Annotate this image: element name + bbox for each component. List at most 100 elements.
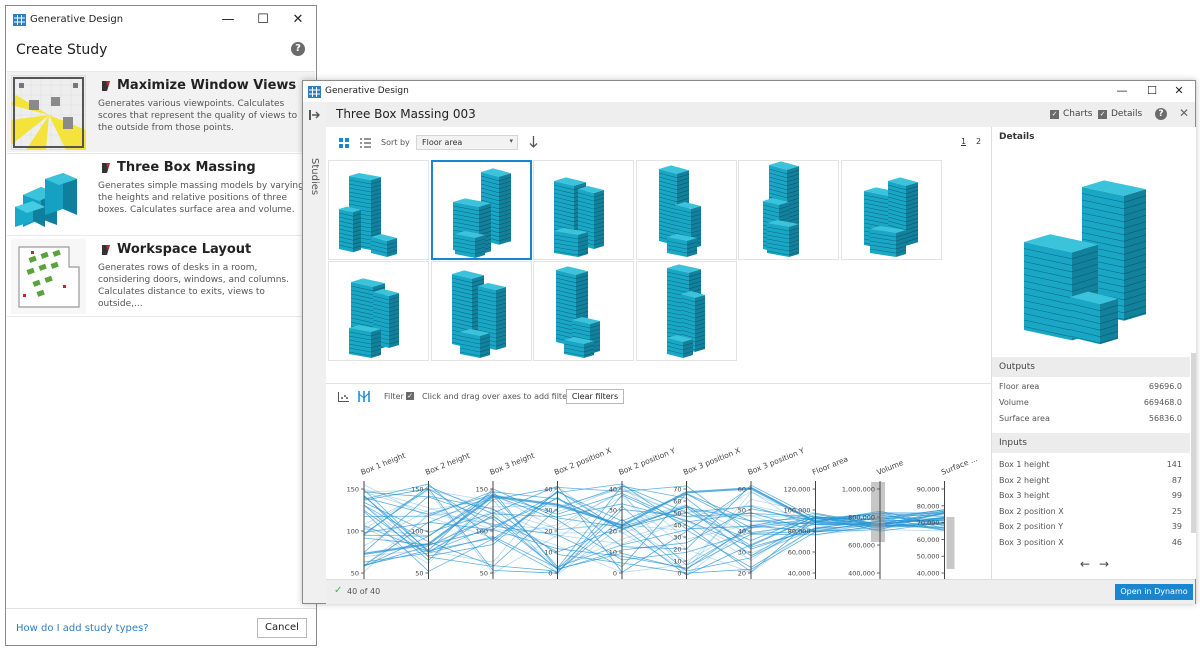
sort-direction-icon[interactable] xyxy=(529,136,538,148)
grid-view-icon[interactable] xyxy=(339,138,349,148)
output-row: Surface area 56836.0 xyxy=(999,414,1182,428)
input-value: 99 xyxy=(1171,491,1182,500)
minimize-button[interactable]: — xyxy=(214,10,242,30)
input-label: Box 2 position Y xyxy=(999,522,1064,531)
maximize-button[interactable]: ☐ xyxy=(1140,81,1164,101)
tick-label: 10 xyxy=(673,558,681,566)
tick-label: 100 xyxy=(411,528,423,536)
tick-label: 70,000 xyxy=(917,519,940,527)
maximize-button[interactable]: ☐ xyxy=(249,10,277,30)
tick-label: 800,000 xyxy=(848,514,875,522)
dynamo-badge-icon xyxy=(102,163,110,173)
study-description: Generates simple massing models by varyi… xyxy=(98,181,304,215)
open-in-dynamo-button[interactable]: Open in Dynamo xyxy=(1115,584,1193,600)
result-thumbnail[interactable] xyxy=(533,160,634,260)
output-row: Floor area 69696.0 xyxy=(999,382,1182,396)
tick-label: 30 xyxy=(738,549,746,557)
tick-label: 0 xyxy=(677,570,681,578)
study-title: Three Box Massing 003 xyxy=(336,107,476,121)
tick-label: 50 xyxy=(351,570,359,578)
explore-window: Generative Design — ☐ ✕ Studies Three Bo… xyxy=(302,80,1196,604)
surface-filter-brush[interactable] xyxy=(946,517,955,569)
study-card-three-box-massing[interactable]: Three Box Massing Generates simple massi… xyxy=(7,153,315,234)
page-2-link[interactable]: 2 xyxy=(976,137,981,146)
output-value: 669468.0 xyxy=(1143,398,1182,407)
massing-model-image xyxy=(762,161,800,257)
study-card-workspace-layout[interactable]: Workspace Layout Generates rows of desks… xyxy=(7,235,315,317)
help-icon[interactable]: ? xyxy=(291,42,305,56)
filter-bar: Filter ✓ Click and drag over axes to add… xyxy=(326,383,991,410)
tick-label: 100 xyxy=(347,528,359,536)
result-thumbnail[interactable] xyxy=(840,160,942,260)
check-icon: ✓ xyxy=(334,585,343,596)
tick-label: 60,000 xyxy=(788,549,811,557)
tick-label: 50 xyxy=(673,510,681,518)
list-view-icon[interactable] xyxy=(360,138,371,148)
studies-sidebar[interactable]: Studies xyxy=(303,102,327,603)
massing-model-image xyxy=(348,278,400,358)
result-thumbnail[interactable] xyxy=(738,160,839,260)
next-arrow-icon[interactable]: → xyxy=(1099,557,1109,571)
tick-label: 60 xyxy=(673,498,681,506)
add-study-types-link[interactable]: How do I add study types? xyxy=(16,623,149,634)
tick-label: 20 xyxy=(738,570,746,578)
expand-sidebar-icon[interactable] xyxy=(309,110,320,120)
axis-label: Box 3 position Y xyxy=(746,446,806,477)
result-thumbnail[interactable] xyxy=(430,160,532,260)
result-thumbnail[interactable] xyxy=(430,261,532,361)
previous-arrow-icon[interactable]: ← xyxy=(1080,557,1090,571)
result-thumbnail[interactable] xyxy=(328,261,429,361)
sort-dropdown[interactable]: Floor area ▾ xyxy=(416,135,518,150)
input-row: Box 2 position Y 39 xyxy=(999,522,1182,536)
tick-label: 150 xyxy=(476,486,488,494)
tick-label: 30 xyxy=(673,534,681,542)
scatter-chart-icon[interactable] xyxy=(338,392,349,402)
tick-label: 90,000 xyxy=(917,486,940,494)
parallel-coordinates-icon[interactable] xyxy=(358,391,370,402)
details-label: Details xyxy=(1111,109,1143,119)
tick-label: 50,000 xyxy=(917,553,940,561)
studies-tab-label[interactable]: Studies xyxy=(306,158,320,208)
result-thumbnail[interactable] xyxy=(635,160,737,260)
clear-filters-button[interactable]: Clear filters xyxy=(566,389,624,404)
result-thumbnail[interactable] xyxy=(533,261,634,361)
inputs-heading: Inputs xyxy=(992,433,1190,453)
axis-label: Surface ... xyxy=(940,454,979,477)
study-card-maximize-window-views[interactable]: Maximize Window Views Generates various … xyxy=(7,71,315,152)
input-row: Box 3 height 99 xyxy=(999,491,1182,505)
tick-label: 40 xyxy=(738,528,746,536)
page-1-link[interactable]: 1 xyxy=(961,137,966,146)
close-button[interactable]: ✕ xyxy=(284,10,312,30)
tick-label: 150 xyxy=(411,486,423,494)
charts-checkbox[interactable]: ✓ xyxy=(1050,110,1059,119)
tick-label: 100 xyxy=(476,528,488,536)
sort-dropdown-value: Floor area xyxy=(422,138,463,147)
result-thumbnail[interactable] xyxy=(635,261,737,361)
details-checkbox[interactable]: ✓ xyxy=(1098,110,1107,119)
study-toolbar: Three Box Massing 003 ✓ Charts ✓ Details… xyxy=(326,102,1195,128)
close-study-icon[interactable]: ✕ xyxy=(1179,106,1189,120)
selected-design-preview xyxy=(1023,180,1147,345)
cancel-button[interactable]: Cancel xyxy=(257,618,307,638)
close-button[interactable]: ✕ xyxy=(1167,81,1191,101)
window-title: Generative Design xyxy=(325,86,409,96)
filter-label: Filter xyxy=(384,392,404,401)
input-label: Box 2 height xyxy=(999,475,1050,485)
help-icon[interactable]: ? xyxy=(1155,108,1167,120)
parallel-coordinates-chart[interactable]: Box 1 height15010050Box 2 height15010050… xyxy=(326,409,991,579)
filter-checkbox[interactable]: ✓ xyxy=(406,392,414,400)
page-title: Create Study xyxy=(16,42,108,58)
tick-label: 40 xyxy=(544,486,552,494)
axis-label: Box 2 position X xyxy=(553,446,613,477)
minimize-button[interactable]: — xyxy=(1110,81,1134,101)
input-value: 141 xyxy=(1166,460,1182,469)
result-count: 40 of 40 xyxy=(347,587,381,596)
details-scrollbar[interactable] xyxy=(1191,353,1196,533)
output-value: 56836.0 xyxy=(1148,414,1182,423)
input-row: Box 1 height 141 xyxy=(999,460,1182,474)
result-thumbnail[interactable] xyxy=(328,160,429,260)
input-value: 25 xyxy=(1171,506,1182,516)
tick-label: 120,000 xyxy=(784,486,811,494)
massing-model-image xyxy=(555,266,601,358)
dynamo-badge-icon xyxy=(102,81,110,91)
